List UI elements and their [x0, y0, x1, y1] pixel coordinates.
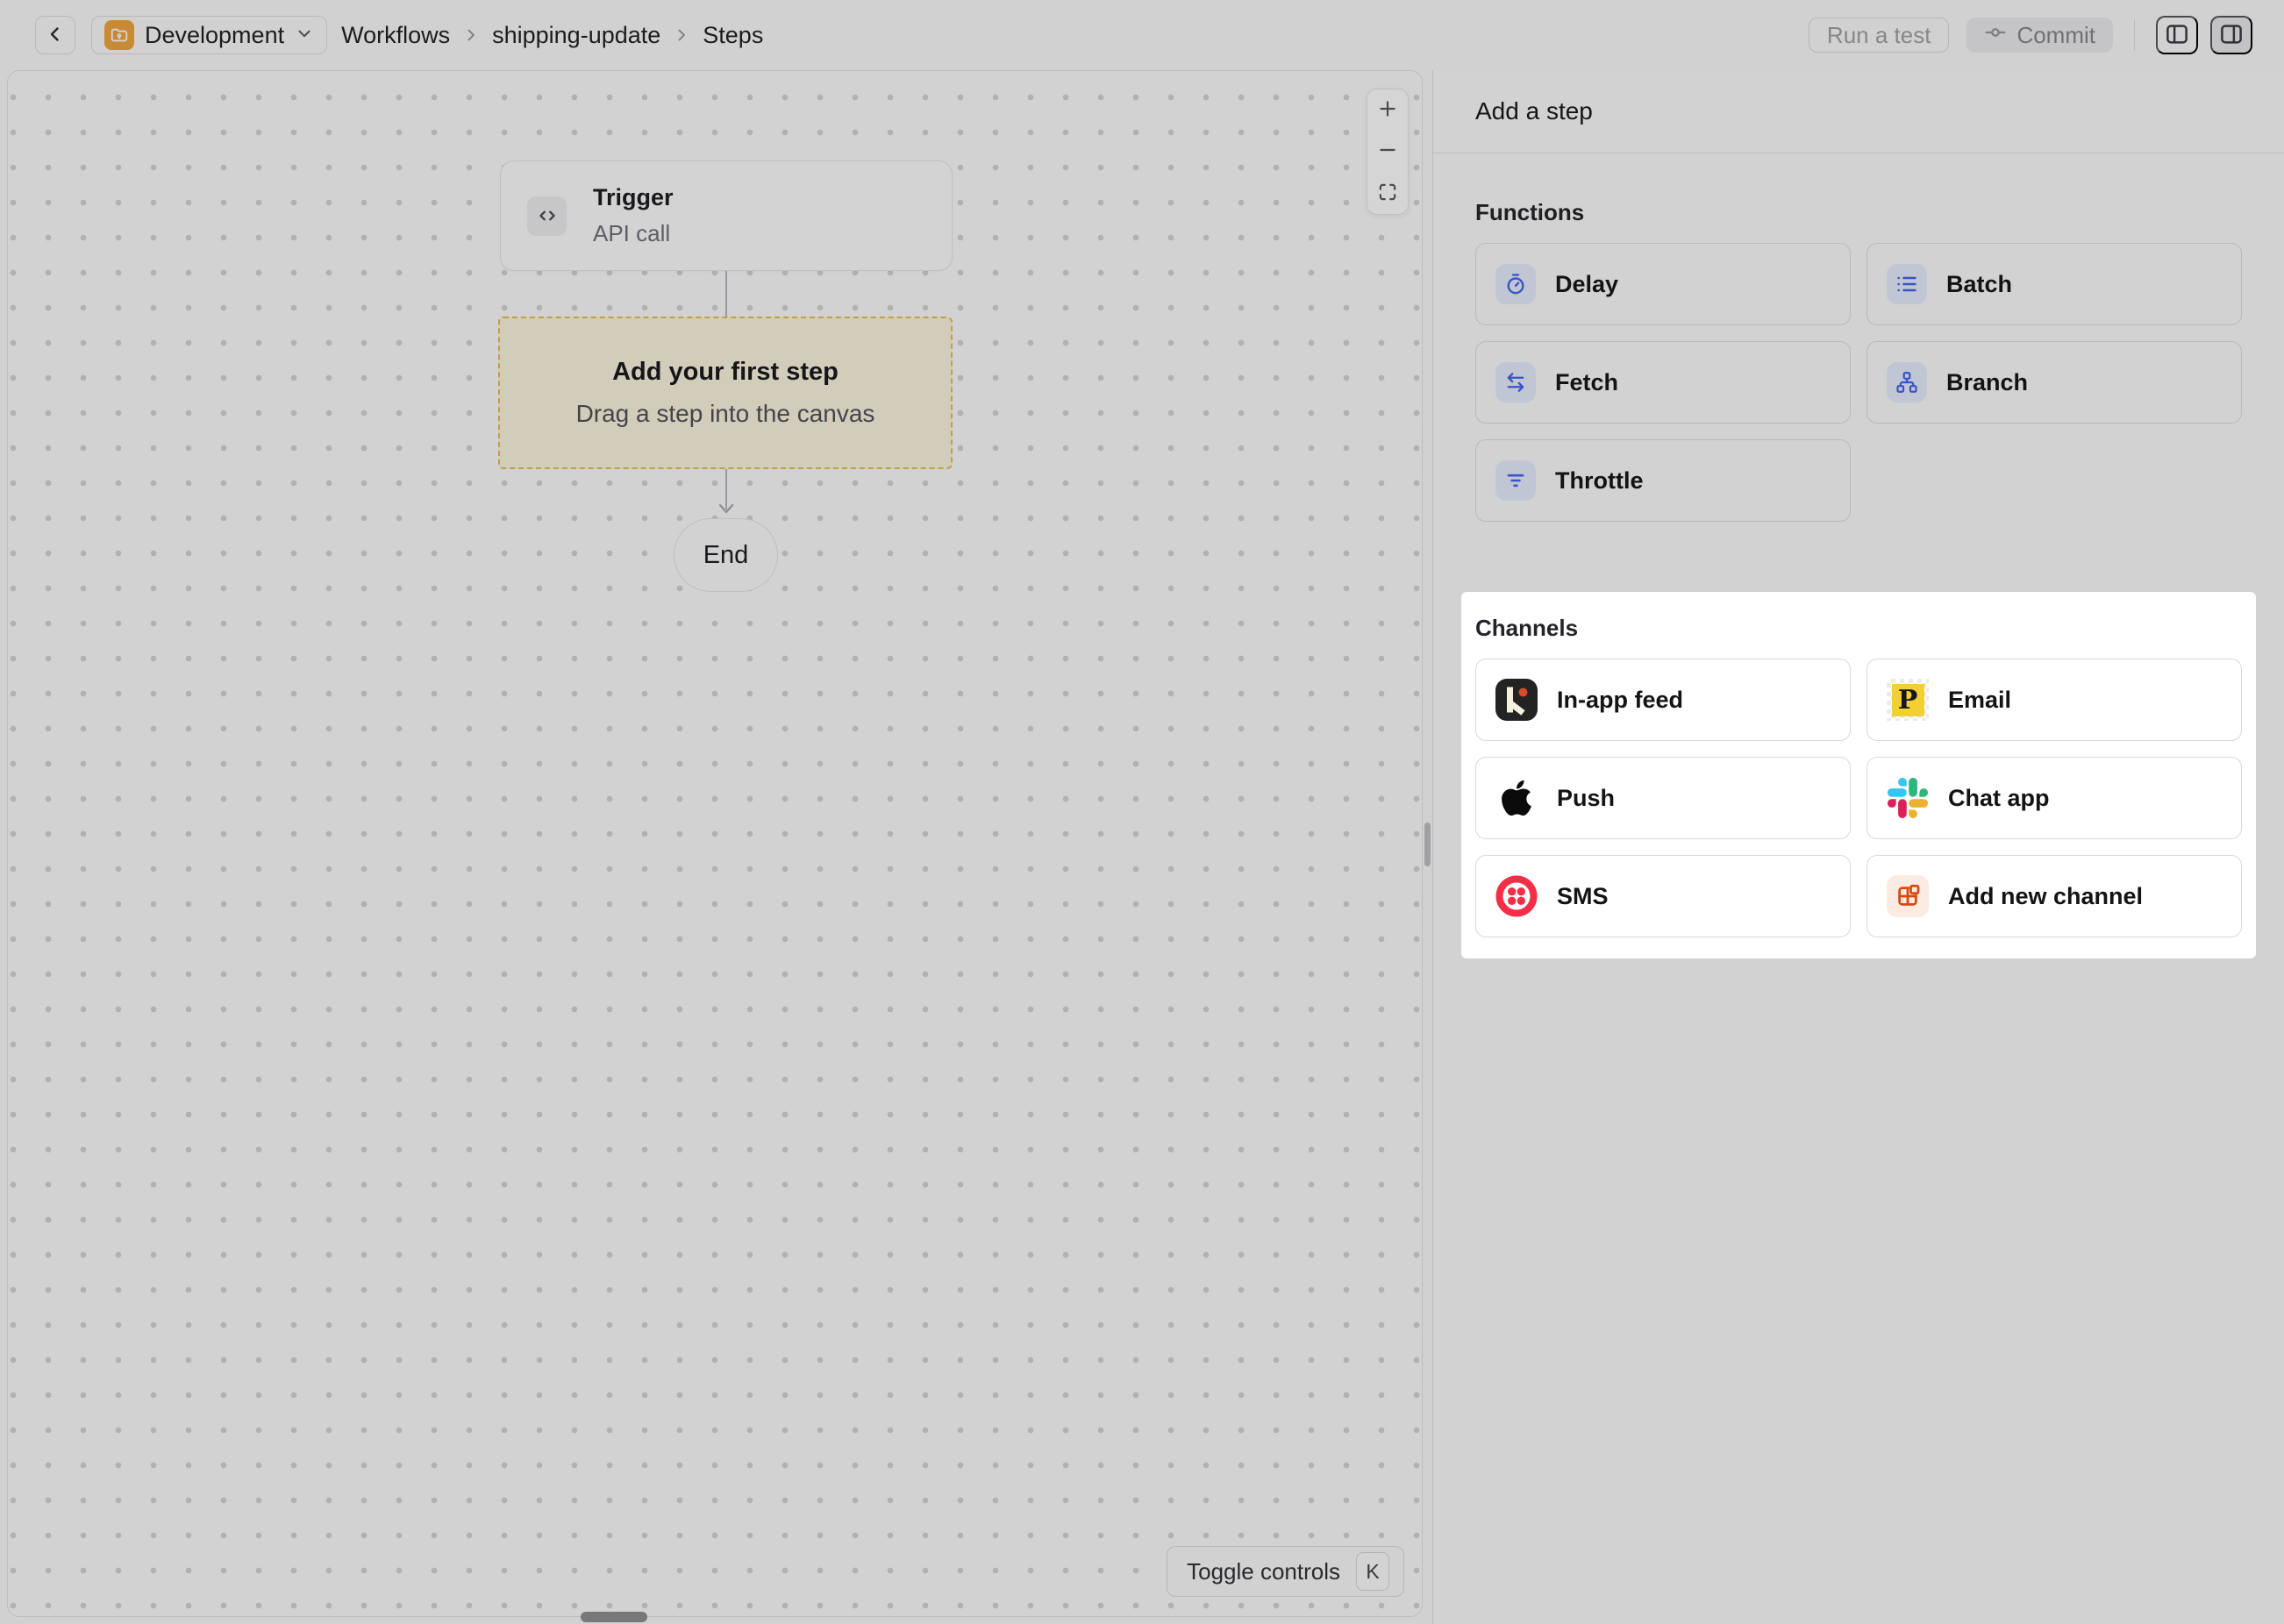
dropzone-title: Add your first step — [612, 358, 839, 387]
panel-title: Add a step — [1475, 97, 1593, 125]
end-label: End — [703, 541, 749, 570]
knock-icon — [1495, 679, 1538, 721]
panel-left-icon — [2164, 21, 2190, 50]
channel-card-in-app-feed[interactable]: In-app feed — [1475, 659, 1851, 741]
fit-view-button[interactable] — [1367, 173, 1408, 214]
panel-header: Add a step — [1433, 70, 2284, 153]
channel-card-sms[interactable]: SMS — [1475, 855, 1851, 937]
function-card-batch[interactable]: Batch — [1866, 243, 2242, 325]
code-icon — [527, 196, 567, 236]
breadcrumb-separator-icon — [462, 26, 480, 44]
slack-icon — [1887, 777, 1929, 819]
functions-section: Functions Delay Batch — [1475, 199, 2242, 522]
back-button[interactable] — [35, 16, 75, 54]
channel-label: Chat app — [1948, 785, 2050, 812]
minus-icon — [1376, 139, 1399, 164]
fit-view-icon — [1376, 181, 1399, 206]
breadcrumb-steps[interactable]: Steps — [703, 22, 763, 49]
delay-icon — [1495, 264, 1536, 304]
channel-label: Email — [1948, 687, 2011, 714]
trigger-subtitle: API call — [593, 220, 674, 247]
topbar-divider — [2134, 19, 2135, 51]
zoom-in-button[interactable] — [1367, 89, 1408, 131]
channel-label: In-app feed — [1557, 687, 1683, 714]
chevron-left-icon — [45, 24, 66, 47]
branch-icon — [1887, 362, 1927, 402]
toggle-controls-button[interactable]: Toggle controls K — [1167, 1546, 1404, 1597]
breadcrumb-workflows[interactable]: Workflows — [341, 22, 450, 49]
throttle-icon — [1495, 460, 1536, 501]
first-step-dropzone[interactable]: Add your first step Drag a step into the… — [498, 317, 953, 469]
end-node[interactable]: End — [674, 518, 778, 592]
twilio-icon — [1495, 875, 1538, 917]
function-label: Throttle — [1555, 467, 1644, 495]
batch-icon — [1887, 264, 1927, 304]
fetch-icon — [1495, 362, 1536, 402]
panel-right-icon — [2218, 21, 2245, 50]
environment-folder-icon — [104, 20, 134, 50]
function-card-fetch[interactable]: Fetch — [1475, 341, 1851, 424]
commit-label: Commit — [2016, 22, 2095, 49]
postmark-icon: P — [1887, 679, 1929, 721]
topbar: Development Workflows shipping-update St… — [0, 0, 2284, 70]
function-label: Branch — [1946, 369, 2028, 396]
channels-section-spotlight: Channels In-app feed P Email — [1461, 592, 2256, 958]
environment-switcher[interactable]: Development — [91, 16, 327, 54]
function-card-delay[interactable]: Delay — [1475, 243, 1851, 325]
channel-label: Push — [1557, 785, 1615, 812]
function-card-branch[interactable]: Branch — [1866, 341, 2242, 424]
workflow-canvas[interactable]: Trigger API call Add your first step Dra… — [7, 70, 1423, 1617]
environment-label: Development — [145, 22, 284, 49]
breadcrumb-separator-icon — [673, 26, 690, 44]
plus-icon — [1376, 97, 1399, 123]
vertical-scrollbar[interactable] — [1424, 823, 1431, 866]
breadcrumb-workflow-name[interactable]: shipping-update — [492, 22, 660, 49]
run-a-test-button[interactable]: Run a test — [1809, 18, 1950, 53]
function-label: Batch — [1946, 271, 2012, 298]
zoom-out-button[interactable] — [1367, 131, 1408, 172]
channel-card-chat-app[interactable]: Chat app — [1866, 757, 2242, 839]
add-step-panel: Add a step Functions Delay Batch — [1432, 70, 2284, 1624]
horizontal-scrollbar[interactable] — [581, 1612, 647, 1622]
dropzone-subtitle: Drag a step into the canvas — [576, 400, 875, 428]
breadcrumb: Workflows shipping-update Steps — [341, 22, 763, 49]
channel-card-email[interactable]: P Email — [1866, 659, 2242, 741]
chevron-down-icon — [295, 24, 314, 47]
functions-heading: Functions — [1475, 199, 2242, 225]
arrow-down-icon — [717, 502, 735, 519]
commit-button[interactable]: Commit — [1966, 18, 2113, 53]
add-channel-icon — [1887, 875, 1929, 917]
function-label: Delay — [1555, 271, 1618, 298]
function-card-throttle[interactable]: Throttle — [1475, 439, 1851, 522]
channel-label: SMS — [1557, 883, 1609, 910]
topbar-actions: Run a test Commit — [1809, 16, 2252, 54]
toggle-left-panel-button[interactable] — [2156, 16, 2198, 54]
toggle-controls-label: Toggle controls — [1187, 1558, 1340, 1585]
apple-icon — [1495, 777, 1538, 819]
channels-heading: Channels — [1475, 615, 2242, 641]
trigger-title: Trigger — [593, 184, 674, 211]
git-commit-icon — [1984, 21, 2007, 50]
edge-trigger-to-dropzone — [725, 271, 727, 317]
keyboard-shortcut-badge: K — [1356, 1552, 1389, 1591]
channel-card-add-new[interactable]: Add new channel — [1866, 855, 2242, 937]
function-label: Fetch — [1555, 369, 1618, 396]
channel-card-push[interactable]: Push — [1475, 757, 1851, 839]
trigger-node[interactable]: Trigger API call — [500, 160, 953, 271]
toggle-right-panel-button[interactable] — [2210, 16, 2252, 54]
canvas-zoom-controls — [1367, 89, 1409, 215]
channel-label: Add new channel — [1948, 883, 2143, 910]
